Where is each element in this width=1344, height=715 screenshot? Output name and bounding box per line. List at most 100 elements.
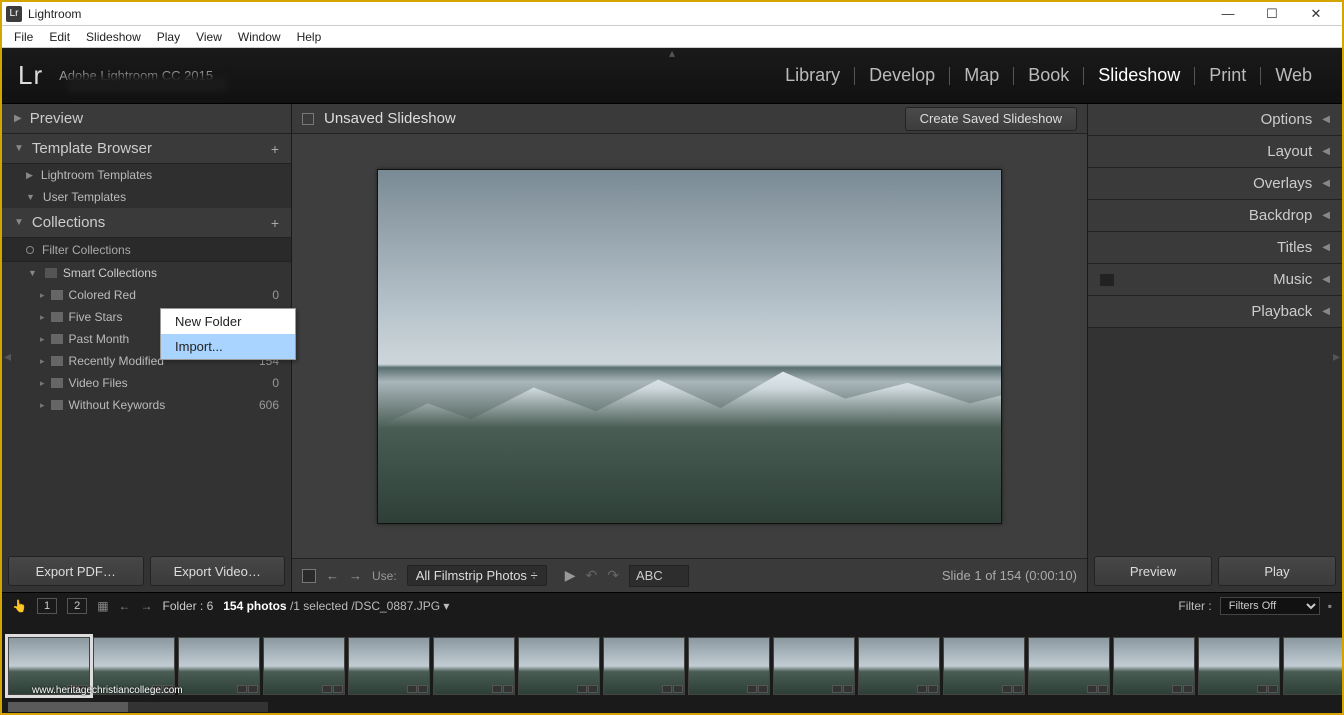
panel-backdrop[interactable]: Backdrop◀ — [1088, 200, 1342, 232]
panel-overlays[interactable]: Overlays◀ — [1088, 168, 1342, 200]
nav-back-icon[interactable]: ← — [119, 599, 131, 613]
chevron-right-icon: ▸ — [40, 378, 45, 389]
menu-file[interactable]: File — [6, 30, 41, 44]
second-monitor-button[interactable]: 2 — [67, 598, 87, 614]
chevron-left-icon: ◀ — [1322, 114, 1330, 125]
filmstrip-thumbnail[interactable] — [518, 637, 600, 695]
collections-label: Collections — [32, 214, 105, 231]
preview-panel-header[interactable]: ▶ Preview — [2, 104, 291, 134]
play-button[interactable]: ▶ — [565, 567, 576, 584]
context-menu: New Folder Import... — [160, 308, 296, 360]
minimize-button[interactable]: — — [1216, 6, 1240, 22]
slideshow-marker-icon[interactable] — [302, 113, 314, 125]
smart-collections-header[interactable]: ▼ Smart Collections — [2, 262, 291, 284]
photo-count: 154 photos /1 selected /DSC_0887.JPG ▾ — [223, 599, 449, 613]
module-slideshow[interactable]: Slideshow — [1084, 65, 1194, 86]
second-window-icon[interactable]: 👆 — [12, 599, 27, 613]
filmstrip-thumbnail[interactable] — [858, 637, 940, 695]
add-collection-icon[interactable]: + — [271, 215, 279, 231]
smart-collection-item[interactable]: ▸Colored Red0 — [2, 284, 291, 306]
filter-lock-icon[interactable]: ▪ — [1328, 599, 1332, 613]
chevron-right-icon: ▶ — [26, 170, 33, 181]
filmstrip-thumbnail[interactable] — [1028, 637, 1110, 695]
module-map[interactable]: Map — [950, 65, 1013, 86]
nav-forward-icon[interactable]: → — [141, 599, 153, 613]
menu-view[interactable]: View — [188, 30, 230, 44]
chevron-right-icon: ▸ — [40, 334, 45, 345]
smart-collection-item[interactable]: ▸Without Keywords606 — [2, 394, 291, 416]
panel-titles[interactable]: Titles◀ — [1088, 232, 1342, 264]
menu-slideshow[interactable]: Slideshow — [78, 30, 149, 44]
menu-play[interactable]: Play — [149, 30, 188, 44]
window-title: Lightroom — [28, 7, 81, 21]
filmstrip-toolbar: 👆 1 2 ▦ ← → Folder : 6 154 photos /1 sel… — [2, 592, 1342, 618]
filmstrip-scrollbar[interactable] — [8, 702, 268, 712]
menu-help[interactable]: Help — [289, 30, 330, 44]
play-slideshow-button[interactable]: Play — [1218, 556, 1336, 586]
module-book[interactable]: Book — [1014, 65, 1083, 86]
slide-preview-image — [377, 169, 1002, 524]
panel-layout[interactable]: Layout◀ — [1088, 136, 1342, 168]
collapse-top-icon[interactable]: ▴ — [669, 46, 675, 60]
chevron-down-icon: ▼ — [28, 268, 37, 278]
chevron-right-icon: ▸ — [40, 400, 45, 411]
module-web[interactable]: Web — [1261, 65, 1326, 86]
module-develop[interactable]: Develop — [855, 65, 949, 86]
filmstrip-thumbnail[interactable] — [348, 637, 430, 695]
titlebar: Lr Lightroom — ☐ ✕ — [2, 2, 1342, 26]
filmstrip-thumbnail[interactable] — [433, 637, 515, 695]
create-saved-slideshow-button[interactable]: Create Saved Slideshow — [905, 107, 1077, 131]
filmstrip-thumbnail[interactable] — [773, 637, 855, 695]
grid-view-icon[interactable]: ▦ — [97, 599, 108, 613]
menu-new-folder[interactable]: New Folder — [161, 309, 295, 334]
smart-collection-item[interactable]: ▸Video Files0 — [2, 372, 291, 394]
filmstrip[interactable]: www.heritagechristiancollege.com — [2, 618, 1342, 713]
filter-select[interactable]: Filters Off — [1220, 597, 1320, 615]
text-overlay-input[interactable] — [629, 565, 689, 587]
lightroom-templates-item[interactable]: ▶ Lightroom Templates — [2, 164, 291, 186]
rotate-cw-button[interactable]: ↷ — [607, 567, 619, 584]
template-browser-header[interactable]: ▼ Template Browser + — [2, 134, 291, 164]
panel-music[interactable]: Music◀ — [1088, 264, 1342, 296]
add-template-icon[interactable]: + — [271, 141, 279, 157]
filmstrip-thumbnail[interactable] — [1283, 637, 1342, 695]
menu-import[interactable]: Import... — [161, 334, 295, 359]
panel-playback[interactable]: Playback◀ — [1088, 296, 1342, 328]
chevron-down-icon: ▼ — [14, 143, 24, 154]
stop-button[interactable] — [302, 569, 316, 583]
smart-collection-icon — [51, 312, 63, 322]
right-panel: Options◀Layout◀Overlays◀Backdrop◀Titles◀… — [1087, 104, 1342, 592]
prev-slide-button[interactable]: ← — [326, 568, 339, 583]
preview-button[interactable]: Preview — [1094, 556, 1212, 586]
filmstrip-thumbnail[interactable] — [603, 637, 685, 695]
panel-options[interactable]: Options◀ — [1088, 104, 1342, 136]
filmstrip-thumbnail[interactable] — [178, 637, 260, 695]
next-slide-button[interactable]: → — [349, 568, 362, 583]
export-pdf-button[interactable]: Export PDF… — [8, 556, 144, 586]
use-select[interactable]: All Filmstrip Photos ÷ — [407, 565, 547, 586]
smart-collection-icon — [51, 290, 63, 300]
close-button[interactable]: ✕ — [1304, 6, 1328, 22]
rotate-ccw-button[interactable]: ↶ — [585, 567, 597, 584]
folder-path[interactable]: Folder : 6 — [163, 599, 214, 613]
menu-edit[interactable]: Edit — [41, 30, 78, 44]
collapse-right-icon[interactable]: ▸ — [1333, 348, 1340, 365]
menu-window[interactable]: Window — [230, 30, 289, 44]
filmstrip-thumbnail[interactable] — [943, 637, 1025, 695]
collapse-left-icon[interactable]: ◂ — [4, 348, 11, 365]
filmstrip-thumbnail[interactable] — [688, 637, 770, 695]
main-monitor-button[interactable]: 1 — [37, 598, 57, 614]
filter-collections-row[interactable]: Filter Collections — [2, 238, 291, 262]
maximize-button[interactable]: ☐ — [1260, 6, 1284, 22]
module-print[interactable]: Print — [1195, 65, 1260, 86]
filmstrip-thumbnail[interactable] — [1198, 637, 1280, 695]
module-library[interactable]: Library — [771, 65, 854, 86]
collections-header[interactable]: ▼ Collections + — [2, 208, 291, 238]
filmstrip-thumbnail[interactable] — [1113, 637, 1195, 695]
user-templates-item[interactable]: ▼ User Templates — [2, 186, 291, 208]
smart-collection-icon — [51, 400, 63, 410]
module-picker: Library Develop Map Book Slideshow Print… — [771, 65, 1326, 86]
filmstrip-thumbnail[interactable] — [263, 637, 345, 695]
export-video-button[interactable]: Export Video… — [150, 556, 286, 586]
preview-label: Preview — [30, 110, 83, 127]
